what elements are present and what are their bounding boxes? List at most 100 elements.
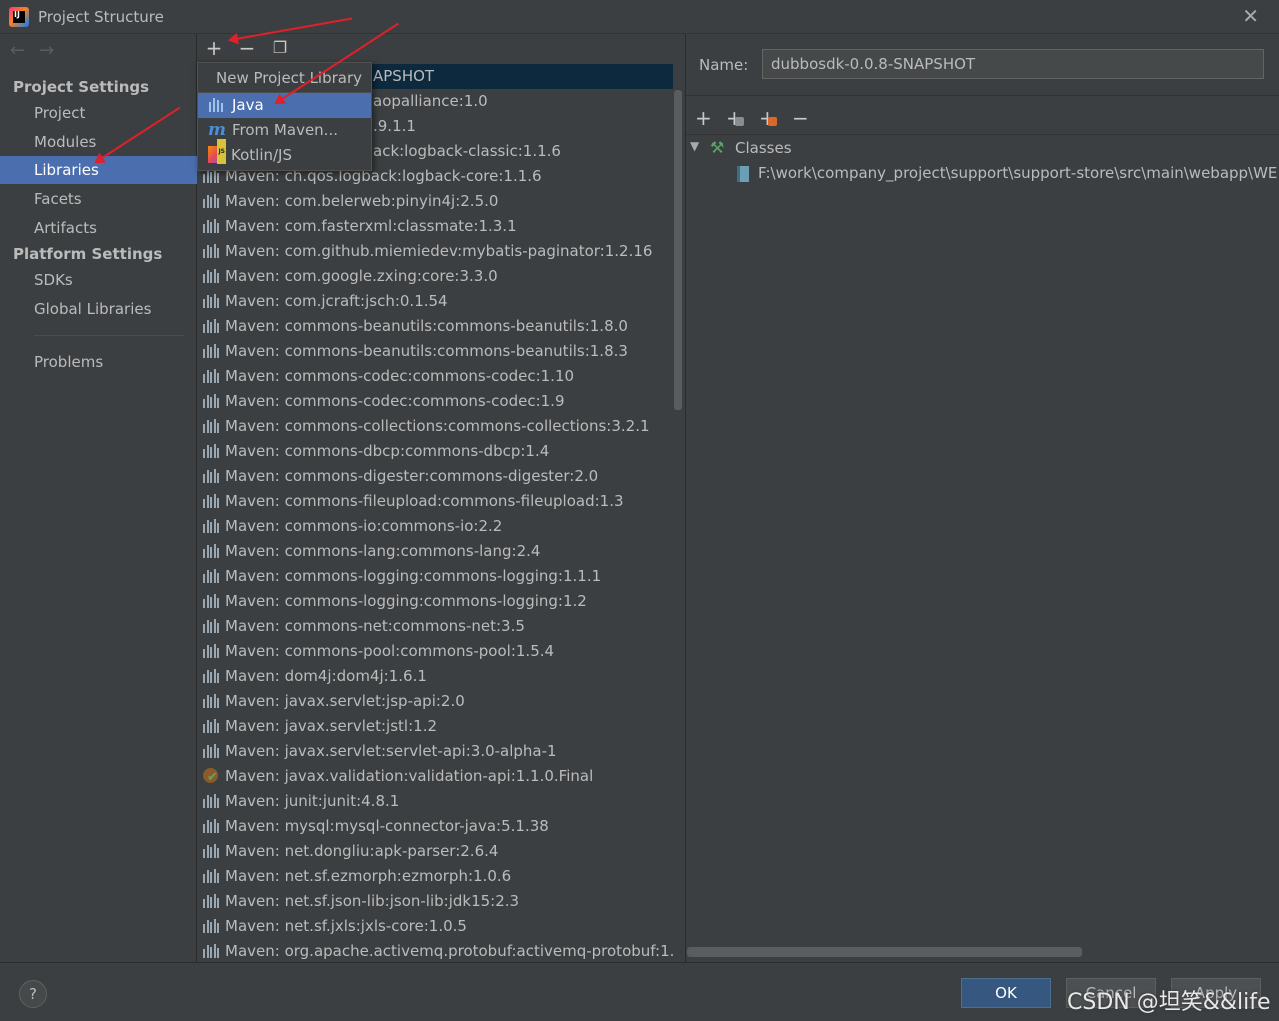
library-name: aopalliance:1.0 — [373, 92, 488, 110]
library-row[interactable]: Maven: junit:junit:4.8.1 — [198, 789, 673, 814]
panel-divider — [685, 34, 686, 962]
library-name: Maven: commons-pool:commons-pool:1.5.4 — [225, 642, 555, 660]
library-row[interactable]: Maven: commons-net:commons-net:3.5 — [198, 614, 673, 639]
library-icon — [203, 844, 221, 858]
library-icon — [203, 344, 221, 358]
popup-title: New Project Library — [198, 63, 371, 93]
library-icon — [203, 644, 221, 658]
library-icon — [203, 219, 221, 233]
library-row[interactable]: Maven: commons-digester:commons-digester… — [198, 464, 673, 489]
library-row[interactable]: Maven: commons-logging:commons-logging:1… — [198, 589, 673, 614]
remove-root-icon[interactable]: − — [792, 106, 809, 130]
help-button[interactable]: ? — [19, 980, 47, 1008]
nav-item-artifacts[interactable]: Artifacts — [0, 214, 197, 242]
ok-button[interactable]: OK — [961, 978, 1051, 1008]
library-name-input[interactable] — [762, 49, 1264, 79]
library-row[interactable]: Maven: javax.validation:validation-api:1… — [198, 764, 673, 790]
library-row[interactable]: Maven: dom4j:dom4j:1.6.1 — [198, 664, 673, 689]
popup-item-label: Kotlin/JS — [231, 146, 292, 164]
back-forward-icons[interactable]: ←→ — [10, 40, 68, 61]
library-name: Maven: javax.servlet:servlet-api:3.0-alp… — [225, 742, 557, 760]
library-row[interactable]: Maven: commons-lang:commons-lang:2.4 — [198, 539, 673, 564]
library-name: Maven: junit:junit:4.8.1 — [225, 792, 400, 810]
add-root-icon[interactable]: + — [695, 106, 712, 130]
library-row[interactable]: Maven: com.jcraft:jsch:0.1.54 — [198, 289, 673, 314]
detail-horizontal-scrollbar[interactable] — [687, 947, 1082, 957]
expand-caret-icon[interactable]: ▼ — [690, 139, 699, 153]
library-name: Maven: com.belerweb:pinyin4j:2.5.0 — [225, 192, 499, 210]
nav-item-problems[interactable]: Problems — [0, 348, 197, 376]
classes-hammer-icon: ⚒ — [710, 138, 725, 157]
library-icon — [203, 569, 221, 583]
project-settings-heading: Project Settings — [13, 78, 150, 96]
popup-item-label: Java — [232, 96, 264, 114]
library-row[interactable]: Maven: com.belerweb:pinyin4j:2.5.0 — [198, 189, 673, 214]
library-name: Maven: commons-codec:commons-codec:1.10 — [225, 367, 575, 385]
popup-item-label: From Maven... — [232, 121, 338, 139]
divider — [686, 134, 1279, 135]
nav-item-facets[interactable]: Facets — [0, 185, 197, 213]
library-row[interactable]: Maven: net.sf.ezmorph:ezmorph:1.0.6 — [198, 864, 673, 889]
library-row[interactable]: Maven: commons-io:commons-io:2.2 — [198, 514, 673, 539]
library-row[interactable]: Maven: commons-codec:commons-codec:1.9 — [198, 389, 673, 414]
library-row[interactable]: Maven: commons-logging:commons-logging:1… — [198, 564, 673, 589]
library-list-scrollbar[interactable] — [674, 90, 682, 410]
library-icon — [203, 919, 221, 933]
add-root-specification-icon[interactable]: + — [726, 106, 744, 130]
library-row[interactable]: Maven: commons-beanutils:commons-beanuti… — [198, 339, 673, 364]
library-row[interactable]: Maven: commons-pool:commons-pool:1.5.4 — [198, 639, 673, 664]
library-row[interactable]: Maven: com.google.zxing:core:3.3.0 — [198, 264, 673, 289]
library-name: Maven: commons-codec:commons-codec:1.9 — [225, 392, 565, 410]
new-library-popup: New Project Library Java m From Maven... … — [197, 62, 372, 171]
remove-icon[interactable]: − — [236, 37, 258, 59]
nav-item-global-libraries[interactable]: Global Libraries — [0, 295, 197, 323]
library-row[interactable]: Maven: net.sf.json-lib:json-lib:jdk15:2.… — [198, 889, 673, 914]
library-icon — [208, 97, 226, 112]
close-icon[interactable]: ✕ — [1242, 4, 1259, 28]
library-name: Maven: mysql:mysql-connector-java:5.1.38 — [225, 817, 549, 835]
library-name: Maven: com.google.zxing:core:3.3.0 — [225, 267, 498, 285]
platform-settings-heading: Platform Settings — [13, 245, 163, 263]
library-name: Maven: javax.servlet:jsp-api:2.0 — [225, 692, 465, 710]
library-icon — [203, 469, 221, 483]
popup-item-kotlin-js[interactable]: JS Kotlin/JS — [198, 139, 371, 168]
library-icon — [203, 719, 221, 733]
tree-node-class-path[interactable]: F:\work\company_project\support\support-… — [758, 164, 1279, 182]
library-name: Maven: com.jcraft:jsch:0.1.54 — [225, 292, 448, 310]
library-name: Maven: commons-lang:commons-lang:2.4 — [225, 542, 541, 560]
library-row[interactable]: Maven: commons-dbcp:commons-dbcp:1.4 — [198, 439, 673, 464]
library-name: Maven: commons-net:commons-net:3.5 — [225, 617, 525, 635]
library-icon — [203, 419, 221, 433]
library-row[interactable]: Maven: commons-collections:commons-colle… — [198, 414, 673, 439]
library-row[interactable]: Maven: net.dongliu:apk-parser:2.6.4 — [198, 839, 673, 864]
library-name: ack:logback-classic:1.1.6 — [373, 142, 561, 160]
library-row[interactable]: Maven: javax.servlet:servlet-api:3.0-alp… — [198, 739, 673, 764]
library-icon — [203, 319, 221, 333]
libraries-toolbar: + − ❐ — [198, 34, 685, 64]
library-row[interactable]: Maven: javax.servlet:jstl:1.2 — [198, 714, 673, 739]
maven-icon: m — [208, 120, 226, 140]
library-row[interactable]: Maven: net.sf.jxls:jxls-core:1.0.5 — [198, 914, 673, 939]
library-name: Maven: commons-logging:commons-logging:1… — [225, 567, 602, 585]
nav-item-sdks[interactable]: SDKs — [0, 266, 197, 294]
library-row[interactable]: Maven: com.fasterxml:classmate:1.3.1 — [198, 214, 673, 239]
library-row[interactable]: Maven: commons-codec:commons-codec:1.10 — [198, 364, 673, 389]
library-icon — [203, 744, 221, 758]
library-row[interactable]: Maven: mysql:mysql-connector-java:5.1.38 — [198, 814, 673, 839]
tree-node-classes[interactable]: Classes — [735, 139, 792, 157]
add-icon[interactable]: + — [203, 37, 225, 59]
library-row[interactable]: Maven: commons-fileupload:commons-fileup… — [198, 489, 673, 514]
title-bar: IJ Project Structure ✕ — [0, 0, 1279, 34]
library-name: Maven: javax.validation:validation-api:1… — [225, 767, 594, 785]
library-row[interactable]: Maven: commons-beanutils:commons-beanuti… — [198, 314, 673, 339]
library-icon — [203, 944, 221, 958]
library-name: Maven: commons-beanutils:commons-beanuti… — [225, 342, 628, 360]
window-title: Project Structure — [38, 8, 164, 26]
name-label: Name: — [699, 56, 749, 74]
library-row[interactable]: Maven: javax.servlet:jsp-api:2.0 — [198, 689, 673, 714]
library-icon — [203, 269, 221, 283]
library-row[interactable]: Maven: com.github.miemiedev:mybatis-pagi… — [198, 239, 673, 264]
add-root-jar-icon[interactable]: + — [759, 106, 777, 130]
library-row[interactable]: Maven: org.apache.activemq.protobuf:acti… — [198, 939, 673, 962]
copy-icon[interactable]: ❐ — [269, 37, 291, 59]
